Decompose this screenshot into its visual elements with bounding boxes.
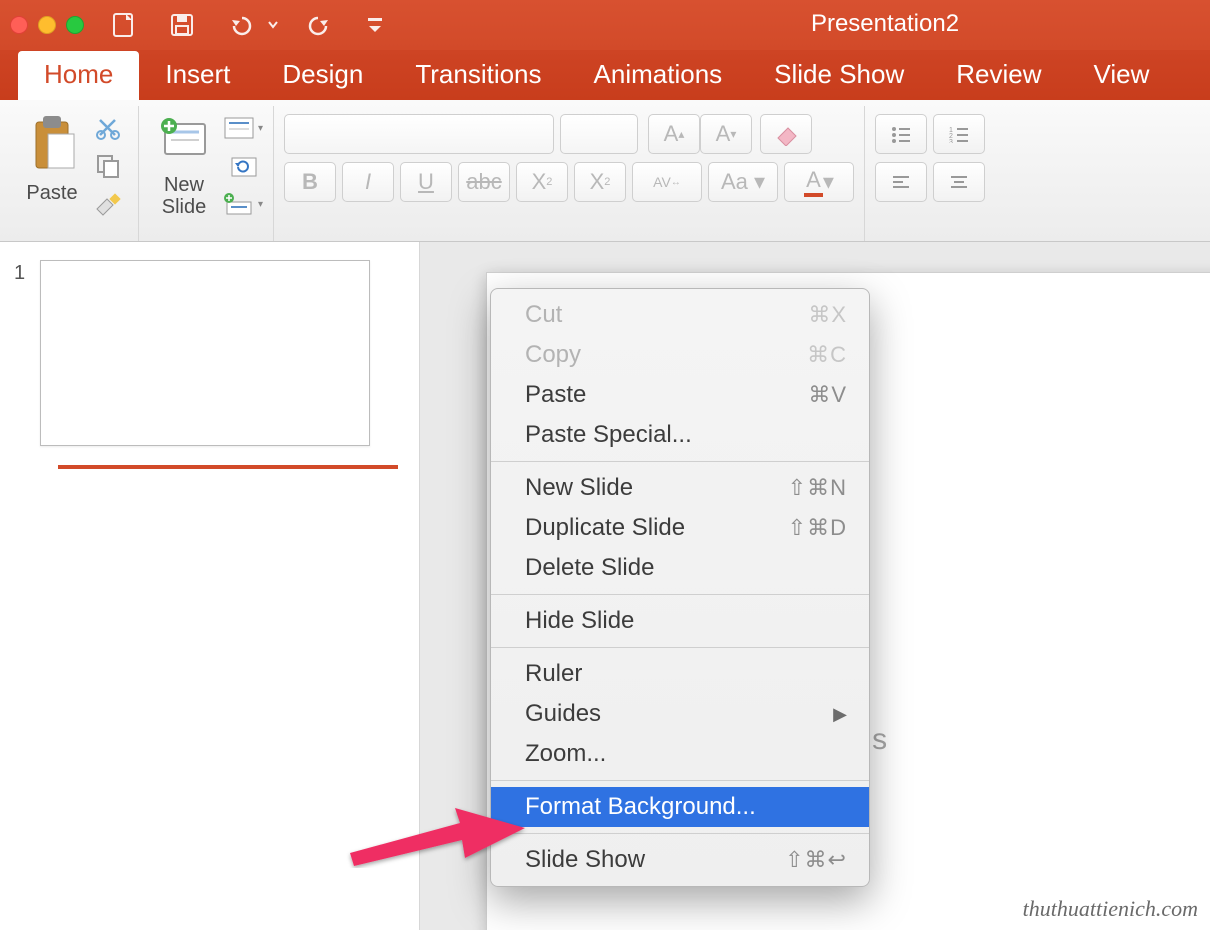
ctx-zoom[interactable]: Zoom... [491,734,869,774]
ctx-paste-special[interactable]: Paste Special... [491,415,869,455]
window-controls [10,16,84,34]
align-center-icon [949,174,969,190]
ctx-new-slide[interactable]: New Slide⇧⌘N [491,468,869,508]
submenu-arrow-icon: ▶ [833,704,847,725]
svg-text:3: 3 [949,139,953,143]
ctx-separator [491,833,869,834]
slide-thumbnail-panel[interactable]: 1 [0,242,420,930]
numbering-icon: 123 [948,125,970,143]
italic-button[interactable]: I [342,162,394,202]
reset-icon [226,154,260,178]
ctx-format-background[interactable]: Format Background... [491,787,869,827]
numbering-button[interactable]: 123 [933,114,985,154]
bullets-icon [890,125,912,143]
ctx-duplicate-slide[interactable]: Duplicate Slide⇧⌘D [491,508,869,548]
layout-icon [223,116,256,140]
font-size-select[interactable] [560,114,638,154]
undo-dropdown-icon[interactable] [268,14,278,36]
tab-design[interactable]: Design [256,51,389,100]
cut-button[interactable] [88,114,128,142]
slide-thumbnail[interactable] [40,260,370,446]
ctx-guides[interactable]: Guides▶ [491,694,869,734]
shrink-font-button[interactable]: A▾ [700,114,752,154]
reset-button[interactable] [223,152,263,180]
title-bar: Presentation2 [0,0,1210,50]
context-menu: Cut⌘X Copy⌘C Paste⌘V Paste Special... Ne… [490,288,870,887]
paste-button[interactable]: Paste [20,110,84,237]
thumbnail-selection-indicator [58,465,398,469]
slide-number: 1 [14,262,25,285]
tab-slideshow[interactable]: Slide Show [748,51,930,100]
new-slide-button[interactable]: New Slide [149,110,219,237]
underline-button[interactable]: U [400,162,452,202]
tab-insert[interactable]: Insert [139,51,256,100]
section-icon [223,192,256,216]
font-family-select[interactable] [284,114,554,154]
customize-qat-icon[interactable] [366,14,384,36]
layout-button[interactable]: ▾ [223,114,263,142]
grow-font-button[interactable]: A▴ [648,114,700,154]
ctx-separator [491,594,869,595]
ctx-cut[interactable]: Cut⌘X [491,295,869,335]
watermark: thuthuattienich.com [1023,896,1198,922]
font-color-button[interactable]: A ▾ [784,162,854,202]
char-spacing-button[interactable]: AV↔ [632,162,702,202]
save-icon[interactable] [168,11,196,39]
eraser-icon [772,122,800,146]
tab-home[interactable]: Home [18,51,139,100]
align-left-icon [891,174,911,190]
ribbon-home: Paste New Slide ▾ ▾ A▴ [0,100,1210,242]
subscript-button[interactable]: X2 [574,162,626,202]
strikethrough-button[interactable]: abc [458,162,510,202]
minimize-window-icon[interactable] [38,16,56,34]
tab-transitions[interactable]: Transitions [389,51,567,100]
superscript-button[interactable]: X2 [516,162,568,202]
clipboard-icon [26,112,78,178]
quick-access-toolbar [110,11,384,39]
ctx-separator [491,461,869,462]
ctx-hide-slide[interactable]: Hide Slide [491,601,869,641]
clear-format-button[interactable] [760,114,812,154]
ribbon-group-clipboard: Paste [10,106,139,241]
new-slide-icon [155,112,213,170]
paste-label: Paste [26,182,77,204]
ctx-copy[interactable]: Copy⌘C [491,335,869,375]
change-case-button[interactable]: Aa ▾ [708,162,778,202]
file-icon[interactable] [110,11,138,39]
ribbon-group-font: A▴ A▾ B I U abc X2 X2 AV↔ Aa ▾ A ▾ [274,106,865,241]
close-window-icon[interactable] [10,16,28,34]
new-slide-label: New Slide [162,174,206,218]
ribbon-tabs: Home Insert Design Transitions Animation… [0,50,1210,100]
maximize-window-icon[interactable] [66,16,84,34]
copy-button[interactable] [88,152,128,180]
redo-icon[interactable] [308,14,336,36]
tab-review[interactable]: Review [930,51,1067,100]
copy-icon [95,153,121,179]
align-center-button[interactable] [933,162,985,202]
ribbon-group-paragraph: 123 [865,106,995,241]
tab-animations[interactable]: Animations [568,51,749,100]
align-left-button[interactable] [875,162,927,202]
ctx-delete-slide[interactable]: Delete Slide [491,548,869,588]
ctx-ruler[interactable]: Ruler [491,654,869,694]
ctx-paste[interactable]: Paste⌘V [491,375,869,415]
brush-icon [93,191,123,217]
tab-view[interactable]: View [1067,51,1175,100]
ribbon-group-slides: New Slide ▾ ▾ [139,106,274,241]
bullets-button[interactable] [875,114,927,154]
section-button[interactable]: ▾ [223,190,263,218]
format-painter-button[interactable] [88,190,128,218]
ctx-separator [491,780,869,781]
ctx-separator [491,647,869,648]
bold-button[interactable]: B [284,162,336,202]
ctx-slide-show[interactable]: Slide Show⇧⌘↩ [491,840,869,880]
scissors-icon [95,115,121,141]
undo-icon[interactable] [226,14,256,36]
